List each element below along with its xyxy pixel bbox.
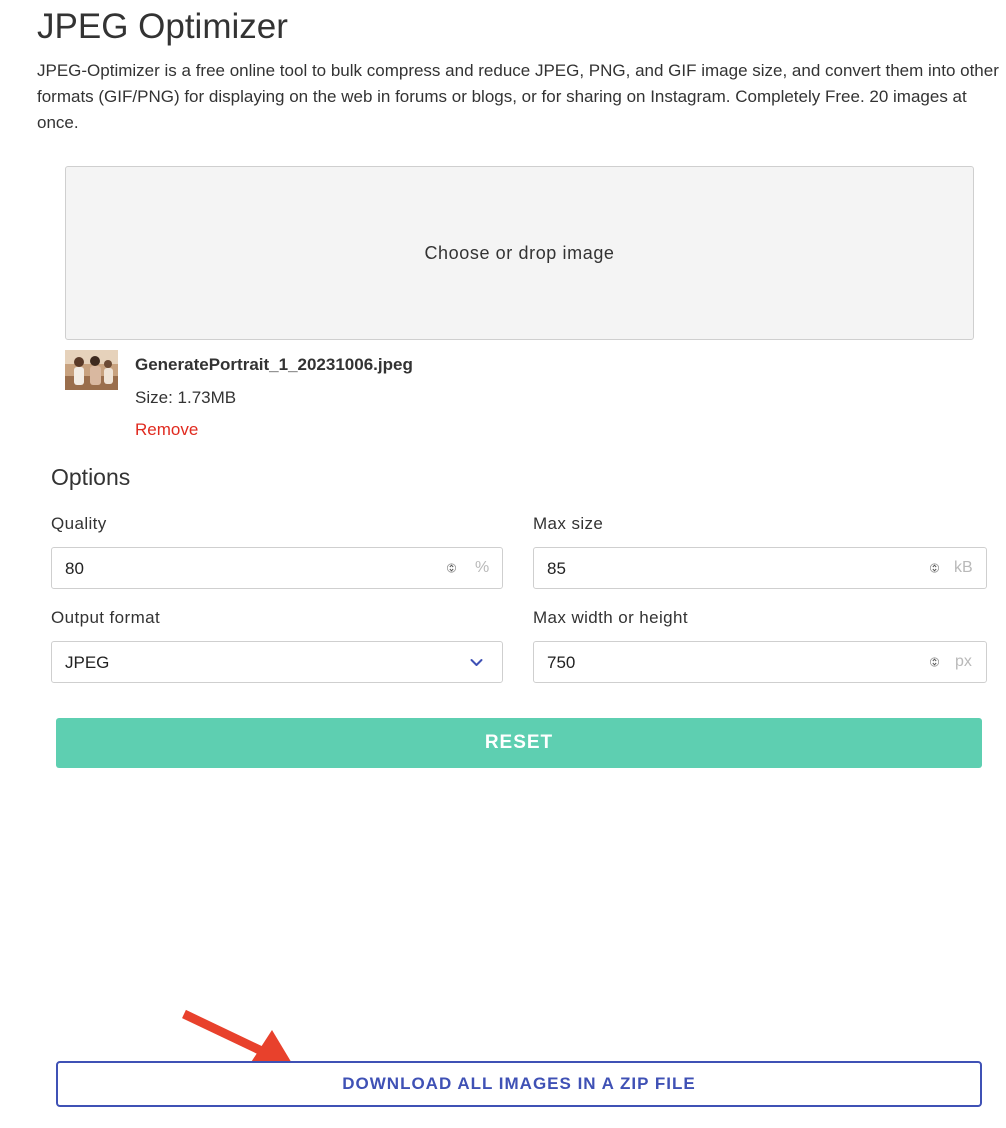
quality-unit: %	[475, 559, 490, 576]
max-size-input[interactable]: 85 kB	[533, 547, 987, 589]
chevron-down-icon	[470, 659, 483, 666]
page-title: JPEG Optimizer	[37, 7, 288, 46]
stepper-arrows-icon[interactable]	[447, 561, 456, 575]
max-size-unit: kB	[954, 559, 973, 576]
image-dropzone[interactable]: Choose or drop image	[65, 166, 974, 340]
quality-value: 80	[65, 559, 84, 578]
quality-input[interactable]: 80 %	[51, 547, 503, 589]
file-size: Size: 1.73MB	[135, 388, 237, 407]
output-format-value: JPEG	[65, 653, 110, 672]
file-name: GeneratePortrait_1_20231006.jpeg	[135, 355, 413, 374]
remove-file-link[interactable]: Remove	[135, 420, 198, 440]
output-format-label: Output format	[51, 608, 161, 627]
page-description: JPEG-Optimizer is a free online tool to …	[37, 61, 999, 132]
max-dimension-value: 750	[547, 653, 576, 672]
reset-button[interactable]: RESET	[56, 718, 982, 768]
stepper-arrows-icon[interactable]	[930, 561, 939, 575]
max-size-value: 85	[547, 559, 566, 578]
dropzone-label: Choose or drop image	[424, 242, 615, 263]
quality-label: Quality	[51, 514, 107, 533]
max-dimension-label: Max width or height	[533, 608, 689, 627]
max-dimension-input[interactable]: 750 px	[533, 641, 987, 683]
options-heading: Options	[51, 464, 131, 490]
max-dimension-unit: px	[955, 653, 972, 670]
file-thumbnail	[65, 350, 118, 390]
max-size-label: Max size	[533, 514, 604, 533]
stepper-arrows-icon[interactable]	[930, 655, 939, 669]
download-zip-button[interactable]: DOWNLOAD ALL IMAGES IN A ZIP FILE	[56, 1061, 982, 1107]
output-format-select[interactable]: JPEG	[51, 641, 503, 683]
